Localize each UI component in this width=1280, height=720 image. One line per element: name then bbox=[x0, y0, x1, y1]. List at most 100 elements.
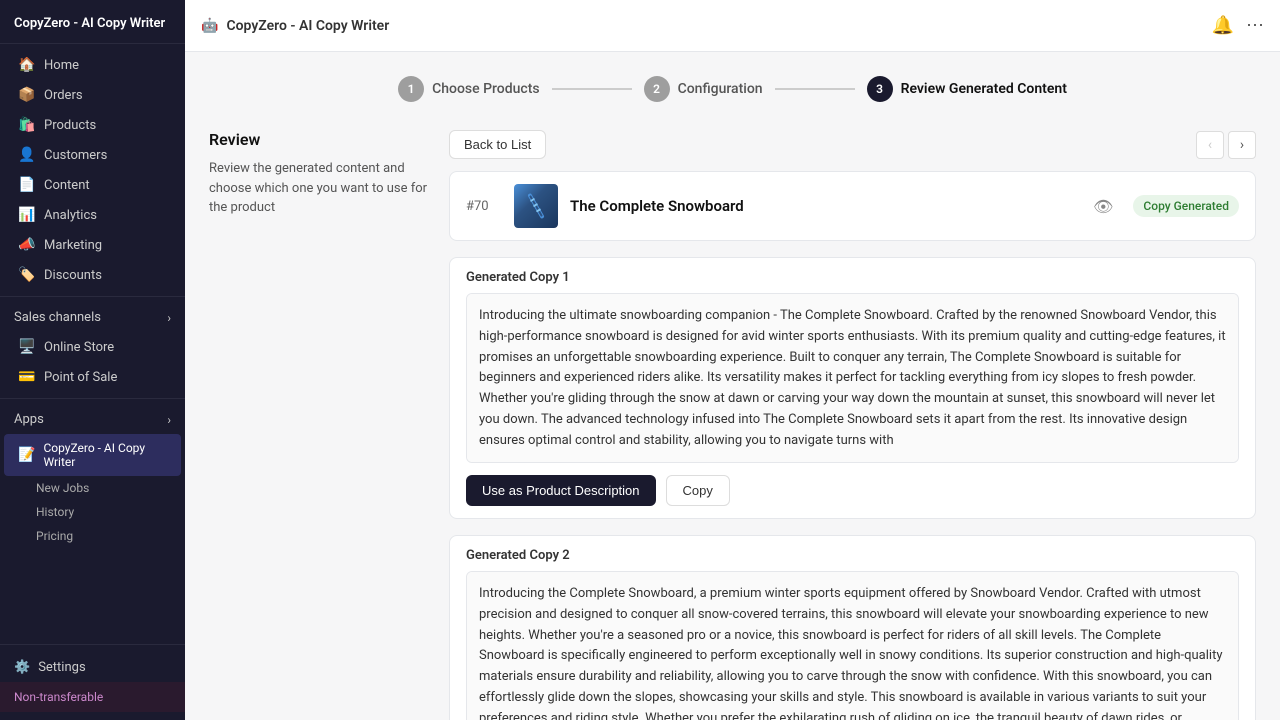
product-name: The Complete Snowboard bbox=[570, 197, 1081, 215]
copy-2-text: Introducing the Complete Snowboard, a pr… bbox=[466, 571, 1239, 720]
step-circle-2: 2 bbox=[644, 76, 670, 102]
product-number: #70 bbox=[466, 199, 502, 214]
review-description: Review the generated content and choose … bbox=[209, 159, 429, 218]
app-name: CopyZero - AI Copy Writer bbox=[14, 16, 165, 31]
stepper: 1 Choose Products 2 Configuration 3 Revi… bbox=[209, 76, 1256, 102]
sidebar-item-content[interactable]: 📄 Content bbox=[4, 170, 181, 200]
sidebar: CopyZero - AI Copy Writer 🏠 Home 📦 Order… bbox=[0, 0, 185, 720]
products-icon: 🛍️ bbox=[18, 117, 36, 133]
sales-channels-label: Sales channels bbox=[14, 310, 101, 325]
sidebar-item-label: Orders bbox=[44, 88, 83, 103]
left-panel: Review Review the generated content and … bbox=[209, 130, 429, 720]
sidebar-item-products[interactable]: 🛍️ Products bbox=[4, 110, 181, 140]
sidebar-item-label: CopyZero - AI Copy Writer bbox=[43, 441, 167, 469]
back-to-list-button[interactable]: Back to List bbox=[449, 130, 546, 159]
step-circle-1: 1 bbox=[398, 76, 424, 102]
copy-2-header: Generated Copy 2 bbox=[450, 536, 1255, 571]
sidebar-item-label: Analytics bbox=[44, 208, 97, 223]
snowboard-image bbox=[514, 184, 558, 228]
sidebar-sub-pricing[interactable]: Pricing bbox=[0, 524, 185, 548]
eye-icon[interactable]: 👁 bbox=[1093, 197, 1113, 216]
copy-section-2: Generated Copy 2 Introducing the Complet… bbox=[449, 535, 1256, 720]
content-icon: 📄 bbox=[18, 177, 36, 193]
sidebar-item-analytics[interactable]: 📊 Analytics bbox=[4, 200, 181, 230]
sidebar-item-label: Discounts bbox=[44, 268, 102, 283]
sidebar-item-label: Marketing bbox=[44, 238, 102, 253]
main-content: 🤖 CopyZero - AI Copy Writer 🔔 ⋯ 1 Choose… bbox=[185, 0, 1280, 720]
sidebar-item-marketing[interactable]: 📣 Marketing bbox=[4, 230, 181, 260]
sidebar-item-point-of-sale[interactable]: 💳 Point of Sale bbox=[4, 362, 181, 392]
step-connector-1 bbox=[552, 88, 632, 90]
step-configuration: 2 Configuration bbox=[644, 76, 763, 102]
topbar-title: 🤖 CopyZero - AI Copy Writer bbox=[201, 18, 389, 34]
sidebar-logo: CopyZero - AI Copy Writer bbox=[0, 0, 185, 44]
use-as-description-button-1[interactable]: Use as Product Description bbox=[466, 475, 656, 506]
copy-1-text: Introducing the ultimate snowboarding co… bbox=[466, 293, 1239, 463]
divider-2 bbox=[0, 398, 185, 399]
topbar-actions: 🔔 ⋯ bbox=[1212, 15, 1264, 36]
copy-1-actions: Use as Product Description Copy bbox=[450, 463, 1255, 518]
step-circle-3: 3 bbox=[867, 76, 893, 102]
sidebar-footer: ⚙️ Settings Non-transferable bbox=[0, 644, 185, 720]
orders-icon: 📦 bbox=[18, 87, 36, 103]
settings-label: Settings bbox=[38, 660, 85, 675]
chevron-right-icon: › bbox=[167, 311, 171, 325]
more-icon[interactable]: ⋯ bbox=[1246, 15, 1264, 36]
app-emoji: 🤖 bbox=[201, 18, 218, 34]
non-transferable-badge: Non-transferable bbox=[0, 682, 185, 712]
sidebar-sub-new-jobs[interactable]: New Jobs bbox=[0, 476, 185, 500]
marketing-icon: 📣 bbox=[18, 237, 36, 253]
apps-section[interactable]: Apps › bbox=[0, 405, 185, 434]
sidebar-item-label: Home bbox=[44, 58, 79, 73]
point-of-sale-icon: 💳 bbox=[18, 369, 36, 385]
settings-item[interactable]: ⚙️ Settings bbox=[0, 653, 185, 682]
copy-nav: Back to List ‹ › bbox=[449, 130, 1256, 159]
sidebar-item-online-store[interactable]: 🖥️ Online Store bbox=[4, 332, 181, 362]
sidebar-item-copyzero[interactable]: 📝 CopyZero - AI Copy Writer bbox=[4, 434, 181, 476]
step-label-2: Configuration bbox=[678, 81, 763, 97]
sidebar-sub-history[interactable]: History bbox=[0, 500, 185, 524]
customers-icon: 👤 bbox=[18, 147, 36, 163]
chevron-right-icon: › bbox=[1240, 137, 1244, 153]
copyzero-icon: 📝 bbox=[18, 447, 35, 463]
right-panel: Back to List ‹ › #70 bbox=[449, 130, 1256, 720]
topbar: 🤖 CopyZero - AI Copy Writer 🔔 ⋯ bbox=[185, 0, 1280, 52]
content-area: 1 Choose Products 2 Configuration 3 Revi… bbox=[185, 52, 1280, 720]
copy-button-1[interactable]: Copy bbox=[666, 475, 730, 506]
sidebar-item-customers[interactable]: 👤 Customers bbox=[4, 140, 181, 170]
discounts-icon: 🏷️ bbox=[18, 267, 36, 283]
step-connector-2 bbox=[775, 88, 855, 90]
settings-icon: ⚙️ bbox=[14, 660, 30, 675]
sidebar-item-label: Products bbox=[44, 118, 96, 133]
sidebar-item-label: Point of Sale bbox=[44, 370, 117, 385]
prev-arrow[interactable]: ‹ bbox=[1196, 131, 1224, 159]
copy-generated-badge: Copy Generated bbox=[1133, 195, 1239, 217]
review-title: Review bbox=[209, 130, 429, 149]
sidebar-item-home[interactable]: 🏠 Home bbox=[4, 50, 181, 80]
step-review: 3 Review Generated Content bbox=[867, 76, 1067, 102]
product-image bbox=[514, 184, 558, 228]
home-icon: 🏠 bbox=[18, 57, 36, 73]
sidebar-item-orders[interactable]: 📦 Orders bbox=[4, 80, 181, 110]
bell-icon[interactable]: 🔔 bbox=[1212, 15, 1234, 36]
chevron-left-icon: ‹ bbox=[1208, 137, 1212, 153]
sidebar-item-discounts[interactable]: 🏷️ Discounts bbox=[4, 260, 181, 290]
copy-section-1: Generated Copy 1 Introducing the ultimat… bbox=[449, 257, 1256, 519]
sidebar-item-label: Content bbox=[44, 178, 90, 193]
analytics-icon: 📊 bbox=[18, 207, 36, 223]
next-arrow[interactable]: › bbox=[1228, 131, 1256, 159]
sales-channels-section[interactable]: Sales channels › bbox=[0, 303, 185, 332]
nav-arrows: ‹ › bbox=[1196, 131, 1256, 159]
step-label-3: Review Generated Content bbox=[901, 81, 1067, 97]
apps-label: Apps bbox=[14, 412, 44, 427]
product-header: #70 The Complete Snowboard 👁 Copy Genera… bbox=[449, 171, 1256, 241]
sidebar-item-label: Customers bbox=[44, 148, 107, 163]
two-col-layout: Review Review the generated content and … bbox=[209, 130, 1256, 720]
divider-1 bbox=[0, 296, 185, 297]
step-label-1: Choose Products bbox=[432, 81, 540, 97]
chevron-right-icon-apps: › bbox=[167, 413, 171, 427]
step-choose-products: 1 Choose Products bbox=[398, 76, 540, 102]
online-store-icon: 🖥️ bbox=[18, 339, 36, 355]
copy-1-header: Generated Copy 1 bbox=[450, 258, 1255, 293]
sidebar-item-label: Online Store bbox=[44, 340, 114, 355]
